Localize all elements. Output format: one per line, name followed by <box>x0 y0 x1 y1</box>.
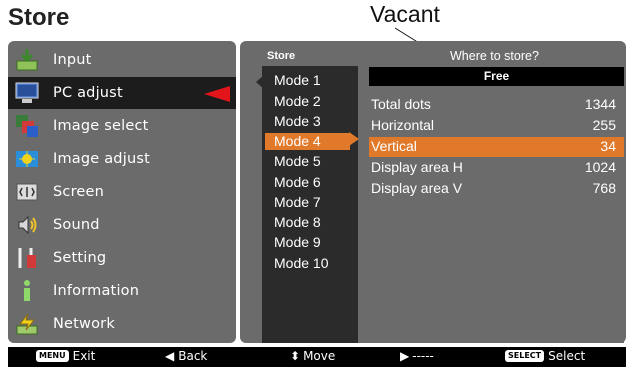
menu-label-image-adjust: Image adjust <box>53 151 150 167</box>
info-label: Display area H <box>371 159 463 175</box>
move-hint: ⬍ Move <box>290 349 335 363</box>
left-arrow-icon: ◀ <box>165 349 175 363</box>
info-label: Total dots <box>371 96 431 112</box>
info-value: 34 <box>600 138 616 154</box>
back-label: Back <box>178 349 208 363</box>
info-value: 255 <box>592 117 616 133</box>
info-row-display-area-v: Display area V 768 <box>369 179 624 199</box>
select-hint: SELECT Select <box>505 349 585 363</box>
mode-item-7[interactable]: Mode 7 <box>265 194 350 211</box>
menu-label-pc-adjust: PC adjust <box>53 85 123 101</box>
info-label: Vertical <box>371 138 417 154</box>
setting-icon <box>18 248 36 268</box>
vacant-annotation: Vacant <box>370 1 440 27</box>
back-hint: ◀ Back <box>165 349 207 363</box>
mode-item-2[interactable]: Mode 2 <box>265 93 350 110</box>
mode-list: Mode 1 Mode 2 Mode 3 Mode 4 Mode 5 Mode … <box>262 66 358 343</box>
menu-label-screen: Screen <box>53 184 105 200</box>
menu-label-information: Information <box>53 283 140 299</box>
image-select-icon <box>16 115 38 137</box>
info-row-display-area-h: Display area H 1024 <box>369 158 624 178</box>
info-label: Display area V <box>371 180 463 196</box>
network-icon <box>16 313 38 335</box>
mode-item-9[interactable]: Mode 9 <box>265 234 350 251</box>
menu-label-network: Network <box>53 316 115 332</box>
select-label: Select <box>548 349 586 363</box>
information-icon <box>24 280 30 301</box>
sound-icon <box>18 215 37 235</box>
mode-item-10[interactable]: Mode 10 <box>265 255 350 272</box>
input-icon <box>16 49 38 71</box>
selected-mode-arrow-icon <box>349 132 359 146</box>
menu-item-network[interactable]: Network <box>8 308 236 340</box>
info-label: Horizontal <box>371 117 435 133</box>
menu-item-image-adjust[interactable]: Image adjust <box>8 143 236 175</box>
menu-label-sound: Sound <box>53 217 100 233</box>
info-row-vertical: Vertical 34 <box>369 137 624 157</box>
free-status-bar: Free <box>369 67 624 86</box>
menu-label-setting: Setting <box>53 250 107 266</box>
right-arrow-icon: ▶ <box>400 349 410 363</box>
mode-item-3[interactable]: Mode 3 <box>265 113 350 130</box>
up-down-arrow-icon: ⬍ <box>290 349 301 363</box>
info-row-total-dots: Total dots 1344 <box>369 95 624 115</box>
select-key-badge: SELECT <box>505 350 545 362</box>
menu-item-screen[interactable]: Screen <box>8 176 236 208</box>
active-menu-arrow-icon <box>204 86 230 102</box>
mode-item-4[interactable]: Mode 4 <box>265 133 350 150</box>
info-row-horizontal: Horizontal 255 <box>369 116 624 136</box>
menu-key-badge: MENU <box>36 350 69 362</box>
menu-item-pc-adjust[interactable]: PC adjust <box>8 77 236 109</box>
pc-adjust-icon <box>15 82 39 103</box>
exit-label: Exit <box>72 349 96 363</box>
menu-item-image-select[interactable]: Image select <box>8 110 236 142</box>
mode-item-1[interactable]: Mode 1 <box>265 72 350 89</box>
image-adjust-icon <box>16 151 38 167</box>
forward-label: ----- <box>412 349 434 363</box>
info-value: 768 <box>592 180 616 196</box>
mode-item-5[interactable]: Mode 5 <box>265 153 350 170</box>
screen-icon <box>16 183 38 201</box>
mode-item-6[interactable]: Mode 6 <box>265 174 350 191</box>
menu-item-setting[interactable]: Setting <box>8 242 236 274</box>
menu-item-information[interactable]: Information <box>8 275 236 307</box>
info-value: 1024 <box>584 159 616 175</box>
menu-label-image-select: Image select <box>53 118 149 134</box>
menu-label-input: Input <box>53 52 92 68</box>
main-menu: Input PC adjust Image select Image adjus… <box>8 41 236 343</box>
info-value: 1344 <box>584 96 616 112</box>
menu-item-input[interactable]: Input <box>8 44 236 76</box>
exit-hint: MENU Exit <box>36 349 95 363</box>
menu-item-sound[interactable]: Sound <box>8 209 236 241</box>
page-title: Store <box>8 4 70 31</box>
panel-where-label: Where to store? <box>450 49 539 63</box>
panel-store-label: Store <box>267 50 296 62</box>
move-label: Move <box>303 349 336 363</box>
mode-item-8[interactable]: Mode 8 <box>265 214 350 231</box>
bottom-help-bar: MENU Exit ◀ Back ⬍ Move ▶ ----- SELECT S… <box>8 347 626 367</box>
forward-hint: ▶ ----- <box>400 349 434 363</box>
